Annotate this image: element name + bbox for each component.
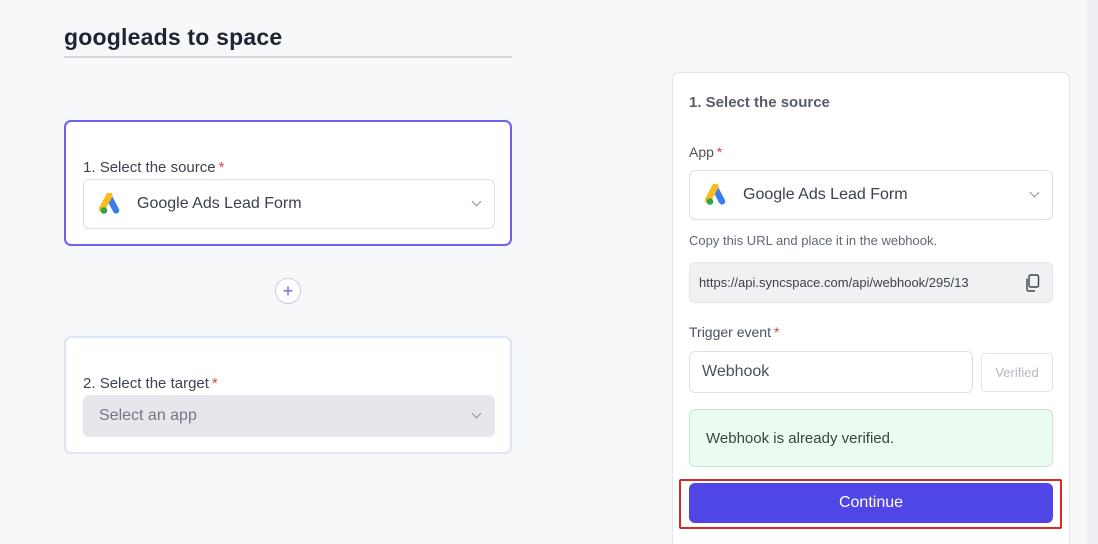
panel-title: 1. Select the source — [689, 94, 830, 111]
step-label-source: 1. Select the source * — [83, 159, 224, 176]
google-ads-icon — [99, 193, 120, 214]
chevron-down-icon — [471, 196, 482, 207]
flow-builder-page: googleads to space 1. Select the source *… — [0, 0, 1098, 544]
target-app-placeholder: Select an app — [99, 407, 197, 424]
app-label-text: App — [689, 144, 714, 160]
scrollbar-track[interactable] — [1087, 0, 1098, 544]
step-card-source[interactable]: 1. Select the source * Google Ads Lead Fo… — [64, 120, 512, 246]
add-step-button[interactable]: + — [275, 278, 301, 304]
required-mark: * — [773, 324, 780, 340]
step-number: 2. — [83, 375, 96, 392]
app-field-label: App * — [689, 144, 722, 160]
app-select[interactable]: Google Ads Lead Form — [689, 170, 1053, 220]
target-app-select[interactable]: Select an app — [83, 395, 495, 437]
trigger-label-text: Trigger event — [689, 324, 771, 340]
webhook-verified-alert: Webhook is already verified. — [689, 409, 1053, 467]
source-app-select[interactable]: Google Ads Lead Form — [83, 179, 495, 229]
google-ads-icon — [705, 184, 726, 205]
webhook-url-text: https://api.syncspace.com/api/webhook/29… — [699, 275, 969, 290]
required-mark: * — [716, 144, 723, 160]
verified-button[interactable]: Verified — [981, 353, 1053, 392]
step-title: Select the target — [99, 375, 209, 392]
step-card-target[interactable]: 2. Select the target * Select an app — [64, 336, 512, 454]
copy-icon[interactable] — [1024, 274, 1040, 292]
step-title: Select the source — [99, 159, 216, 176]
trigger-event-input[interactable] — [689, 351, 973, 393]
chevron-down-icon — [1029, 187, 1040, 198]
source-config-panel: 1. Select the source App * Google Ads Lea… — [672, 72, 1070, 544]
plus-icon: + — [282, 281, 294, 301]
app-select-value: Google Ads Lead Form — [743, 186, 908, 203]
step-number: 1. — [83, 159, 96, 176]
continue-button[interactable]: Continue — [689, 483, 1053, 523]
success-message: Webhook is already verified. — [706, 429, 895, 447]
webhook-url-hint: Copy this URL and place it in the webhoo… — [689, 233, 938, 248]
required-mark: * — [211, 375, 218, 392]
chevron-down-icon — [471, 408, 482, 419]
trigger-field-label: Trigger event * — [689, 324, 779, 340]
selected-app-label: Google Ads Lead Form — [137, 195, 302, 212]
page-title[interactable]: googleads to space — [64, 24, 512, 58]
step-label-target: 2. Select the target * — [83, 375, 218, 392]
webhook-url-field[interactable]: https://api.syncspace.com/api/webhook/29… — [689, 262, 1053, 303]
required-mark: * — [218, 159, 225, 176]
